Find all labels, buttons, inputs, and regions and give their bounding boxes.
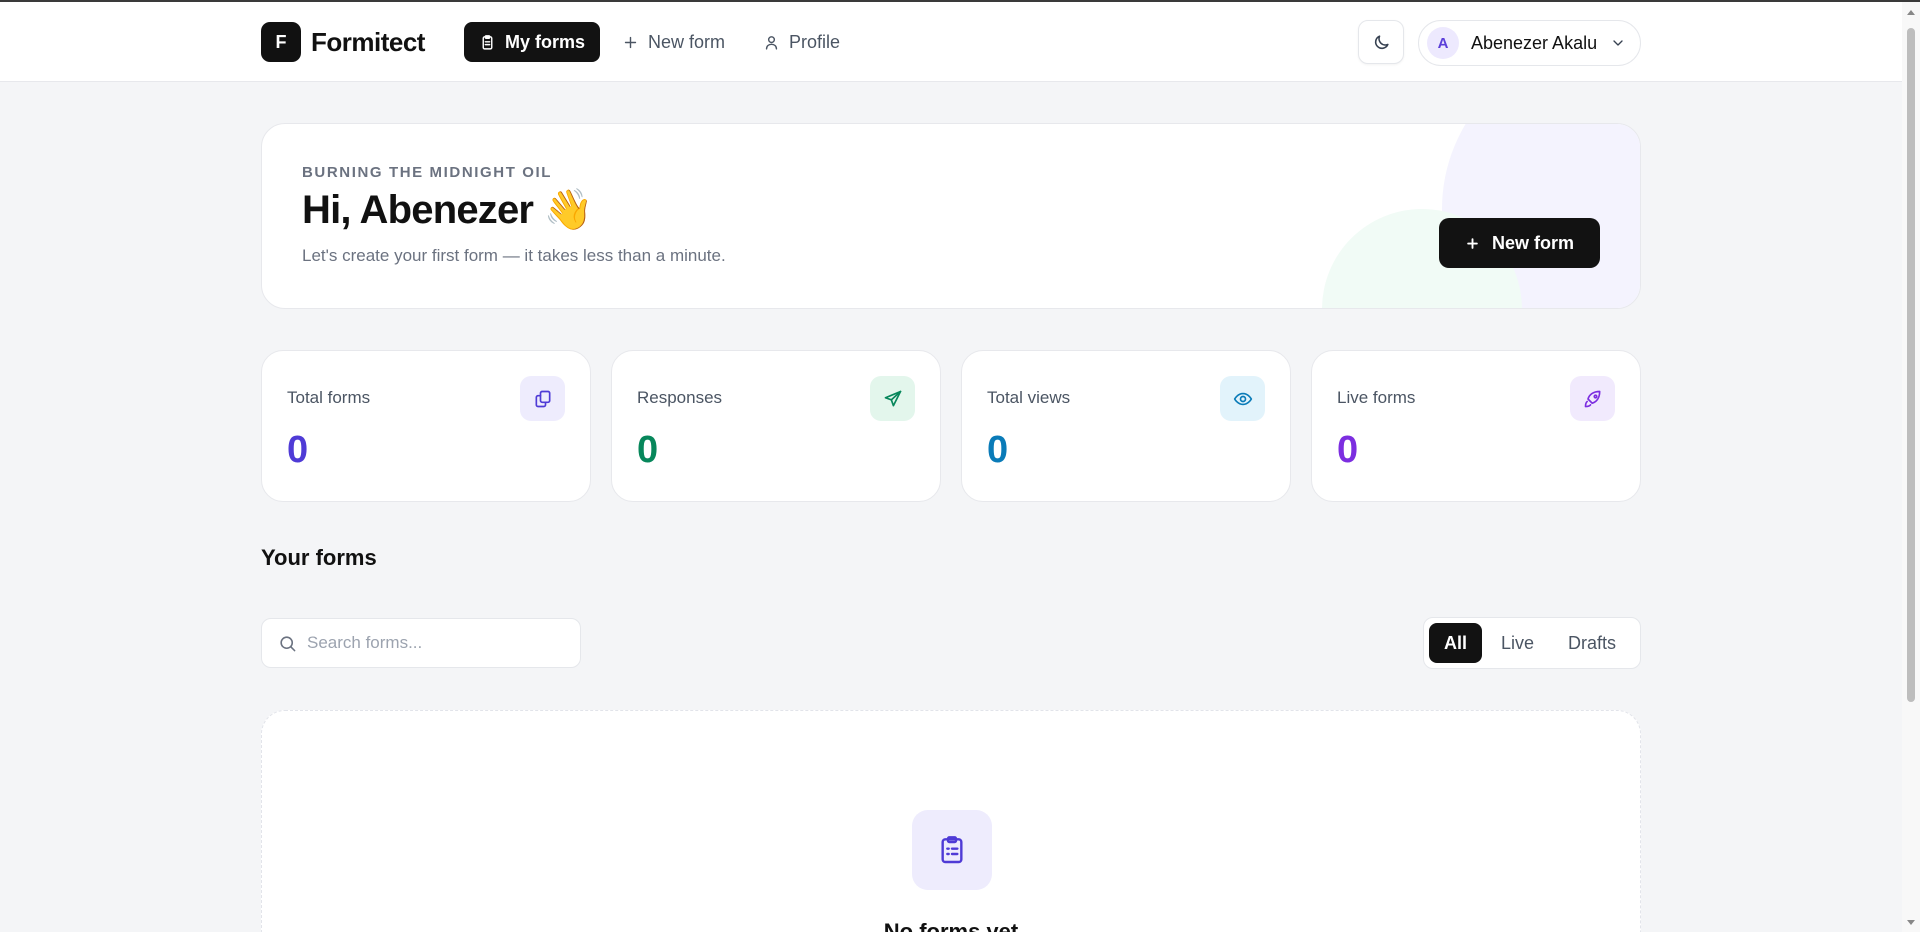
page-scrollbar[interactable] xyxy=(1902,2,1920,932)
nav-item-my-forms[interactable]: My forms xyxy=(464,22,601,62)
filter-live[interactable]: Live xyxy=(1486,623,1549,663)
moon-icon xyxy=(1374,34,1389,49)
hero-eyebrow: BURNING THE MIDNIGHT OIL xyxy=(302,164,553,181)
your-forms-heading: Your forms xyxy=(261,545,377,570)
stat-label: Responses xyxy=(637,388,723,407)
empty-state: No forms yet xyxy=(261,710,1641,932)
main-nav: My forms New form Profile xyxy=(464,22,856,62)
nav-item-label: New form xyxy=(648,31,726,52)
stat-card-responses: Responses 0 xyxy=(611,350,941,502)
hero-title: Hi, Abenezer 👋 xyxy=(302,188,593,232)
plus-icon xyxy=(624,36,637,48)
search-input[interactable] xyxy=(307,633,564,653)
stat-card-total-forms: Total forms 0 xyxy=(261,350,591,502)
plus-icon xyxy=(1467,237,1478,249)
stat-label: Total views xyxy=(987,388,1071,407)
scroll-thumb[interactable] xyxy=(1907,28,1915,702)
user-menu-button[interactable]: A Abenezer Akalu xyxy=(1418,20,1641,66)
empty-state-title: No forms yet xyxy=(883,919,1019,932)
stat-value: 0 xyxy=(287,429,309,471)
stat-value: 0 xyxy=(1337,429,1359,471)
eye-icon xyxy=(1220,376,1265,421)
stat-value: 0 xyxy=(987,429,1009,471)
nav-item-profile[interactable]: Profile xyxy=(747,22,856,62)
brand-logo: F xyxy=(261,22,301,62)
scroll-up-arrow-icon[interactable] xyxy=(1907,10,1915,15)
clipboard-icon xyxy=(482,34,493,50)
search-icon xyxy=(280,635,296,651)
nav-item-label: Profile xyxy=(789,31,841,52)
filter-drafts[interactable]: Drafts xyxy=(1553,623,1631,663)
stat-label: Live forms xyxy=(1337,388,1416,407)
send-icon xyxy=(870,376,915,421)
rocket-icon xyxy=(1570,376,1615,421)
nav-item-label: My forms xyxy=(505,31,586,52)
copy-icon xyxy=(520,376,565,421)
brand[interactable]: F Formitect xyxy=(261,22,425,62)
top-header: F Formitect My forms New form Profile A … xyxy=(0,2,1902,82)
welcome-hero: BURNING THE MIDNIGHT OIL Hi, Abenezer 👋 … xyxy=(261,123,1641,309)
stat-card-total-views: Total views 0 xyxy=(961,350,1291,502)
clipboard-list-icon xyxy=(912,810,992,890)
stat-value: 0 xyxy=(637,429,659,471)
user-name: Abenezer Akalu xyxy=(1471,32,1598,53)
user-icon xyxy=(765,35,778,50)
search-box xyxy=(261,618,581,668)
status-filter: All Live Drafts xyxy=(1423,617,1641,669)
brand-name: Formitect xyxy=(311,26,425,57)
theme-toggle-button[interactable] xyxy=(1358,20,1404,64)
filter-all[interactable]: All xyxy=(1429,623,1483,663)
nav-item-new-form[interactable]: New form xyxy=(606,22,741,62)
new-form-button[interactable]: New form xyxy=(1439,218,1600,268)
avatar: A xyxy=(1427,27,1459,59)
chevron-down-icon xyxy=(1613,40,1623,46)
scroll-down-arrow-icon[interactable] xyxy=(1907,920,1915,925)
stat-card-live-forms: Live forms 0 xyxy=(1311,350,1641,502)
hero-subtitle: Let's create your first form — it takes … xyxy=(302,246,726,265)
new-form-button-label: New form xyxy=(1491,232,1574,253)
stat-label: Total forms xyxy=(287,388,371,407)
